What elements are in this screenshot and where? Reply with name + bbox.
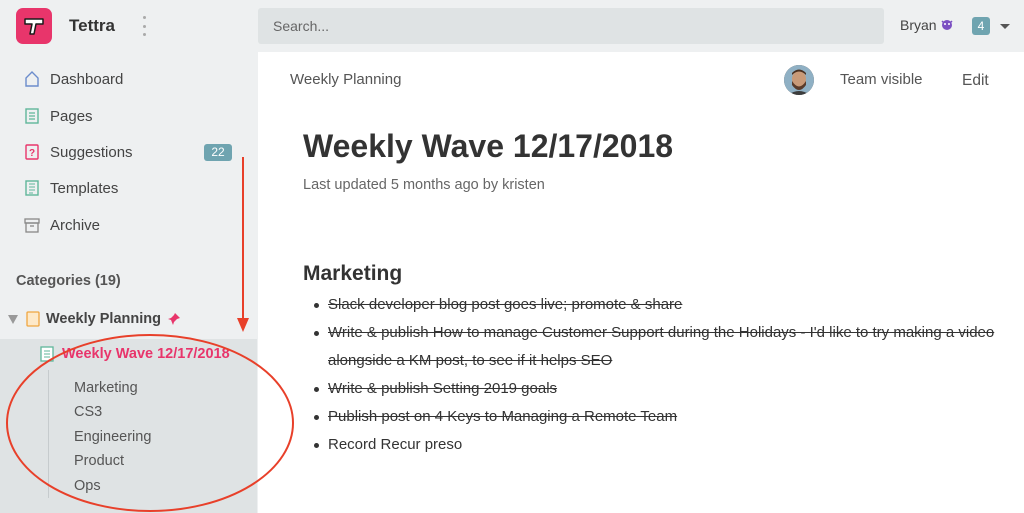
sidebar-item-archive[interactable]: Archive <box>24 214 100 236</box>
sidebar-item-templates[interactable]: Templates <box>24 177 118 199</box>
sidebar: Dashboard Pages ? Suggestions 22 Templat… <box>0 52 257 513</box>
user-name: Bryan <box>900 17 937 33</box>
toc-divider <box>48 370 49 498</box>
more-menu-icon[interactable] <box>140 16 148 36</box>
chevron-down-icon[interactable] <box>1000 24 1010 29</box>
list-item-continuation: alongside a KM post, to see if it helps … <box>328 352 613 369</box>
list-item: Write & publish Setting 2019 goals <box>314 375 1024 403</box>
svg-text:?: ? <box>29 148 35 159</box>
question-icon: ? <box>24 143 40 161</box>
top-bar: Tettra Bryan 4 <box>0 0 1024 52</box>
list-item: Record Recur preso <box>314 431 1024 459</box>
main-content: Weekly Planning Team visible Edit Weekly… <box>258 52 1024 513</box>
visibility-button[interactable]: Team visible <box>840 71 923 88</box>
active-page-block <box>0 339 257 513</box>
category-label: Weekly Planning <box>46 311 161 327</box>
folder-icon <box>26 311 40 327</box>
sidebar-item-label: Templates <box>50 179 119 197</box>
sidebar-item-suggestions[interactable]: ? Suggestions <box>24 141 133 163</box>
toc-item-engineering[interactable]: Engineering <box>74 429 151 445</box>
notification-badge[interactable]: 4 <box>972 17 990 35</box>
task-list: Slack developer blog post goes live; pro… <box>314 291 1024 459</box>
toc-item-marketing[interactable]: Marketing <box>74 380 138 396</box>
last-updated-text: Last updated 5 months ago by kristen <box>303 177 545 193</box>
user-menu[interactable]: Bryan <box>900 17 954 33</box>
page-icon <box>24 107 40 125</box>
page-title: Weekly Wave 12/17/2018 <box>303 128 674 164</box>
sidebar-page-weekly-wave[interactable]: Weekly Wave 12/17/2018 <box>40 346 230 362</box>
user-emoji-icon <box>941 20 953 30</box>
edit-button[interactable]: Edit <box>962 72 989 90</box>
list-item: Slack developer blog post goes live; pro… <box>314 291 1024 319</box>
archive-icon <box>24 216 40 234</box>
template-icon <box>24 179 40 197</box>
sidebar-item-pages[interactable]: Pages <box>24 105 93 127</box>
toc-item-ops[interactable]: Ops <box>74 478 101 494</box>
home-icon <box>24 70 40 88</box>
suggestions-count-badge: 22 <box>204 144 232 161</box>
avatar[interactable] <box>784 65 814 95</box>
search-input[interactable] <box>258 8 884 44</box>
section-heading: Marketing <box>303 262 403 285</box>
sidebar-item-label: Archive <box>50 216 101 234</box>
active-page-label: Weekly Wave 12/17/2018 <box>62 346 230 362</box>
toc-item-cs3[interactable]: CS3 <box>74 404 102 420</box>
sidebar-category-weekly-planning[interactable]: Weekly Planning <box>8 309 181 329</box>
tettra-logo-icon[interactable] <box>16 8 52 44</box>
sidebar-item-label: Suggestions <box>50 143 133 161</box>
sidebar-item-label: Pages <box>50 107 93 125</box>
collapse-triangle-icon[interactable] <box>8 314 18 324</box>
app-name: Tettra <box>69 16 115 35</box>
toc-item-product[interactable]: Product <box>74 453 124 469</box>
list-item: Publish post on 4 Keys to Managing a Rem… <box>314 403 1024 431</box>
page-icon <box>40 346 54 362</box>
sidebar-item-label: Dashboard <box>50 70 124 88</box>
list-item: Write & publish How to manage Customer S… <box>314 319 1024 347</box>
breadcrumb[interactable]: Weekly Planning <box>290 71 401 88</box>
categories-heading: Categories (19) <box>16 273 121 289</box>
sidebar-item-dashboard[interactable]: Dashboard <box>24 68 123 90</box>
pin-icon[interactable] <box>167 312 181 326</box>
